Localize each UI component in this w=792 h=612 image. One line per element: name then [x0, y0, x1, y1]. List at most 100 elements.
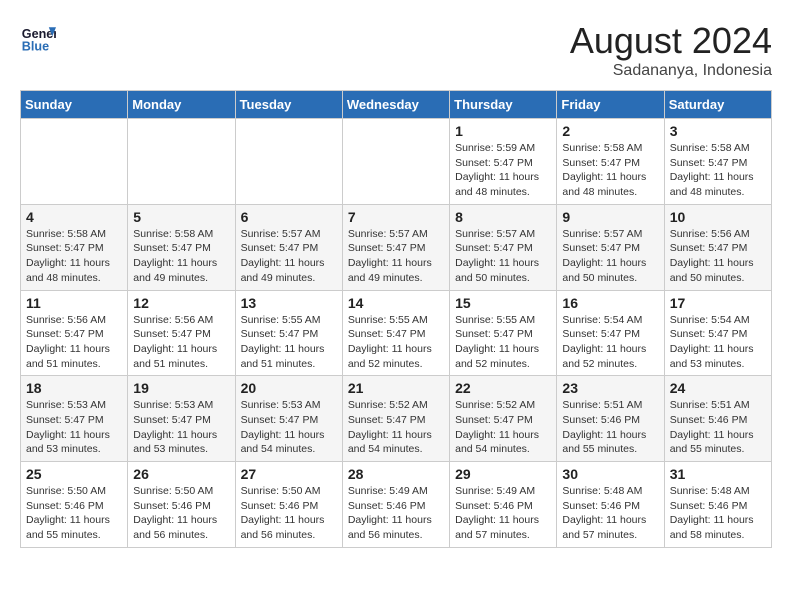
day-number: 31 — [670, 466, 766, 482]
calendar-table: SundayMondayTuesdayWednesdayThursdayFrid… — [20, 90, 772, 548]
calendar-cell: 26 Sunrise: 5:50 AM Sunset: 5:46 PM Dayli… — [128, 462, 235, 548]
calendar-cell: 10 Sunrise: 5:56 AM Sunset: 5:47 PM Dayli… — [664, 204, 771, 290]
calendar-cell: 13Sunrise: 5:55 AM Sunset: 5:47 PM Dayli… — [235, 290, 342, 376]
calendar-cell: 11 Sunrise: 5:56 AM Sunset: 5:47 PM Dayli… — [21, 290, 128, 376]
day-info: Sunrise: 5:49 AM Sunset: 5:46 PM Dayligh… — [455, 484, 551, 543]
month-year: August 2024 — [570, 20, 772, 62]
calendar-cell — [21, 119, 128, 205]
calendar-cell: 8 Sunrise: 5:57 AM Sunset: 5:47 PM Daylig… — [450, 204, 557, 290]
calendar-cell: 4 Sunrise: 5:58 AM Sunset: 5:47 PM Daylig… — [21, 204, 128, 290]
day-number: 26 — [133, 466, 229, 482]
day-info: Sunrise: 5:55 AM Sunset: 5:47 PM Dayligh… — [455, 313, 551, 372]
calendar-cell: 2 Sunrise: 5:58 AM Sunset: 5:47 PM Daylig… — [557, 119, 664, 205]
day-info: Sunrise: 5:51 AM Sunset: 5:46 PM Dayligh… — [670, 398, 766, 457]
day-info: Sunrise: 5:54 AM Sunset: 5:47 PM Dayligh… — [670, 313, 766, 372]
calendar-cell: 14 Sunrise: 5:55 AM Sunset: 5:47 PM Dayli… — [342, 290, 449, 376]
calendar-cell: 21 Sunrise: 5:52 AM Sunset: 5:47 PM Dayli… — [342, 376, 449, 462]
day-info: Sunrise: 5:58 AM Sunset: 5:47 PM Dayligh… — [133, 227, 229, 286]
day-number: 27 — [241, 466, 337, 482]
day-info: Sunrise: 5:58 AM Sunset: 5:47 PM Dayligh… — [670, 141, 766, 200]
location: Sadananya, Indonesia — [570, 62, 772, 80]
day-info: Sunrise: 5:58 AM Sunset: 5:47 PM Dayligh… — [26, 227, 122, 286]
weekday-header-friday: Friday — [557, 91, 664, 119]
day-number: 20 — [241, 380, 337, 396]
calendar-cell: 12 Sunrise: 5:56 AM Sunset: 5:47 PM Dayli… — [128, 290, 235, 376]
day-info: Sunrise: 5:57 AM Sunset: 5:47 PM Dayligh… — [455, 227, 551, 286]
calendar-cell: 29 Sunrise: 5:49 AM Sunset: 5:46 PM Dayli… — [450, 462, 557, 548]
calendar-cell — [342, 119, 449, 205]
page-header: General Blue August 2024 Sadananya, Indo… — [20, 20, 772, 80]
day-number: 19 — [133, 380, 229, 396]
logo-icon: General Blue — [20, 20, 56, 56]
day-info: Sunrise: 5:50 AM Sunset: 5:46 PM Dayligh… — [26, 484, 122, 543]
day-info: Sunrise: 5:53 AM Sunset: 5:47 PM Dayligh… — [26, 398, 122, 457]
title-block: August 2024 Sadananya, Indonesia — [570, 20, 772, 80]
day-info: Sunrise: 5:58 AM Sunset: 5:47 PM Dayligh… — [562, 141, 658, 200]
calendar-cell: 18 Sunrise: 5:53 AM Sunset: 5:47 PM Dayli… — [21, 376, 128, 462]
weekday-header-sunday: Sunday — [21, 91, 128, 119]
calendar-cell: 1Sunrise: 5:59 AM Sunset: 5:47 PM Daylig… — [450, 119, 557, 205]
day-number: 29 — [455, 466, 551, 482]
day-info: Sunrise: 5:51 AM Sunset: 5:46 PM Dayligh… — [562, 398, 658, 457]
calendar-cell: 9 Sunrise: 5:57 AM Sunset: 5:47 PM Daylig… — [557, 204, 664, 290]
day-info: Sunrise: 5:56 AM Sunset: 5:47 PM Dayligh… — [133, 313, 229, 372]
calendar-cell: 19 Sunrise: 5:53 AM Sunset: 5:47 PM Dayli… — [128, 376, 235, 462]
calendar-cell: 31 Sunrise: 5:48 AM Sunset: 5:46 PM Dayli… — [664, 462, 771, 548]
calendar-cell: 17 Sunrise: 5:54 AM Sunset: 5:47 PM Dayli… — [664, 290, 771, 376]
day-info: Sunrise: 5:49 AM Sunset: 5:46 PM Dayligh… — [348, 484, 444, 543]
calendar-cell: 22Sunrise: 5:52 AM Sunset: 5:47 PM Dayli… — [450, 376, 557, 462]
day-info: Sunrise: 5:55 AM Sunset: 5:47 PM Dayligh… — [348, 313, 444, 372]
day-number: 11 — [26, 295, 122, 311]
day-info: Sunrise: 5:57 AM Sunset: 5:47 PM Dayligh… — [241, 227, 337, 286]
day-number: 10 — [670, 209, 766, 225]
calendar-cell: 5 Sunrise: 5:58 AM Sunset: 5:47 PM Daylig… — [128, 204, 235, 290]
day-info: Sunrise: 5:48 AM Sunset: 5:46 PM Dayligh… — [562, 484, 658, 543]
day-number: 30 — [562, 466, 658, 482]
calendar-cell — [128, 119, 235, 205]
day-number: 18 — [26, 380, 122, 396]
day-number: 28 — [348, 466, 444, 482]
day-number: 9 — [562, 209, 658, 225]
calendar-cell: 30 Sunrise: 5:48 AM Sunset: 5:46 PM Dayli… — [557, 462, 664, 548]
day-number: 13 — [241, 295, 337, 311]
day-number: 16 — [562, 295, 658, 311]
day-number: 2 — [562, 123, 658, 139]
weekday-header-saturday: Saturday — [664, 91, 771, 119]
day-info: Sunrise: 5:57 AM Sunset: 5:47 PM Dayligh… — [348, 227, 444, 286]
day-number: 22 — [455, 380, 551, 396]
calendar-cell: 7 Sunrise: 5:57 AM Sunset: 5:47 PM Daylig… — [342, 204, 449, 290]
calendar-cell: 23Sunrise: 5:51 AM Sunset: 5:46 PM Dayli… — [557, 376, 664, 462]
day-number: 24 — [670, 380, 766, 396]
day-info: Sunrise: 5:53 AM Sunset: 5:47 PM Dayligh… — [241, 398, 337, 457]
calendar-cell: 28 Sunrise: 5:49 AM Sunset: 5:46 PM Dayli… — [342, 462, 449, 548]
day-number: 5 — [133, 209, 229, 225]
weekday-header-wednesday: Wednesday — [342, 91, 449, 119]
day-info: Sunrise: 5:50 AM Sunset: 5:46 PM Dayligh… — [133, 484, 229, 543]
day-number: 15 — [455, 295, 551, 311]
svg-text:Blue: Blue — [22, 40, 49, 54]
day-info: Sunrise: 5:57 AM Sunset: 5:47 PM Dayligh… — [562, 227, 658, 286]
day-info: Sunrise: 5:48 AM Sunset: 5:46 PM Dayligh… — [670, 484, 766, 543]
calendar-cell: 25Sunrise: 5:50 AM Sunset: 5:46 PM Dayli… — [21, 462, 128, 548]
day-number: 3 — [670, 123, 766, 139]
calendar-cell: 24 Sunrise: 5:51 AM Sunset: 5:46 PM Dayli… — [664, 376, 771, 462]
day-number: 8 — [455, 209, 551, 225]
day-number: 17 — [670, 295, 766, 311]
day-info: Sunrise: 5:53 AM Sunset: 5:47 PM Dayligh… — [133, 398, 229, 457]
day-info: Sunrise: 5:56 AM Sunset: 5:47 PM Dayligh… — [26, 313, 122, 372]
day-info: Sunrise: 5:56 AM Sunset: 5:47 PM Dayligh… — [670, 227, 766, 286]
day-info: Sunrise: 5:54 AM Sunset: 5:47 PM Dayligh… — [562, 313, 658, 372]
day-info: Sunrise: 5:52 AM Sunset: 5:47 PM Dayligh… — [348, 398, 444, 457]
day-number: 12 — [133, 295, 229, 311]
calendar-cell: 16 Sunrise: 5:54 AM Sunset: 5:47 PM Dayli… — [557, 290, 664, 376]
calendar-cell: 6Sunrise: 5:57 AM Sunset: 5:47 PM Daylig… — [235, 204, 342, 290]
weekday-header-monday: Monday — [128, 91, 235, 119]
calendar-cell: 20 Sunrise: 5:53 AM Sunset: 5:47 PM Dayli… — [235, 376, 342, 462]
day-number: 4 — [26, 209, 122, 225]
logo: General Blue — [20, 20, 56, 56]
day-info: Sunrise: 5:59 AM Sunset: 5:47 PM Dayligh… — [455, 141, 551, 200]
day-number: 21 — [348, 380, 444, 396]
day-number: 7 — [348, 209, 444, 225]
calendar-cell: 15 Sunrise: 5:55 AM Sunset: 5:47 PM Dayli… — [450, 290, 557, 376]
day-number: 14 — [348, 295, 444, 311]
